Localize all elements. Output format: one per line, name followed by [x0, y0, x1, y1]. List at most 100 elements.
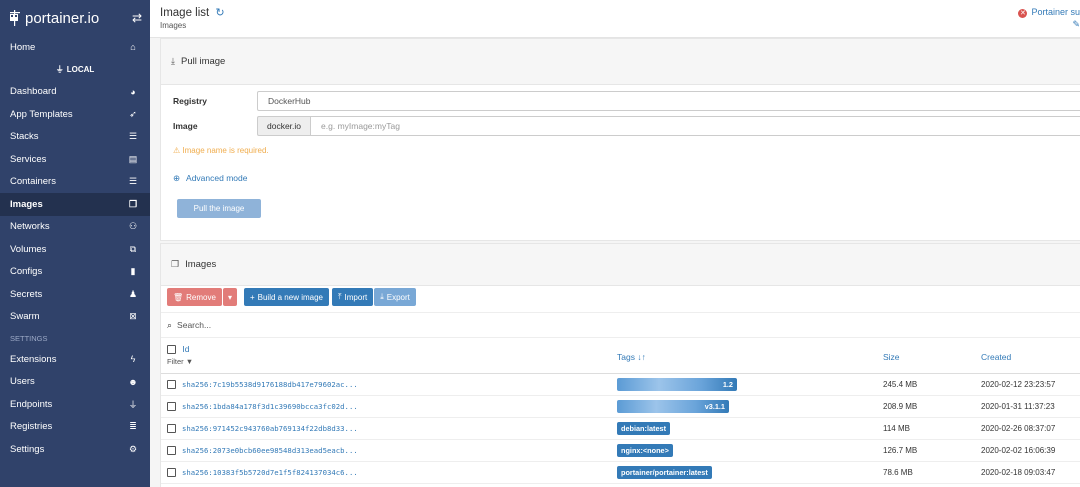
export-button[interactable]: ⤓ Export	[374, 288, 416, 306]
sidebar-item-home[interactable]: Home ⌂	[0, 36, 150, 59]
sidebar-item-configs[interactable]: Configs ▮	[0, 261, 150, 284]
registry-select[interactable]: DockerHub	[257, 91, 1080, 111]
row-checkbox[interactable]	[167, 468, 176, 477]
table-row[interactable]: sha256:10383f5b5720d7e1f5f824137034c6...…	[161, 462, 1080, 484]
row-checkbox[interactable]	[167, 402, 176, 411]
row-checkbox[interactable]	[167, 424, 176, 433]
page-title: Image list ↻	[160, 7, 225, 19]
import-button[interactable]: ⤒ Import	[332, 288, 374, 306]
sidebar-item-networks[interactable]: Networks ⚇	[0, 216, 150, 239]
brand: portainer.io ⇄	[0, 0, 150, 36]
table-row[interactable]: sha256:7c19b5538d9176188db417e79602ac...…	[161, 374, 1080, 396]
tachometer-icon: ◕	[130, 86, 136, 97]
sidebar-item-secrets[interactable]: Secrets ♟	[0, 283, 150, 306]
exchange-icon[interactable]: ⇄	[132, 11, 142, 25]
image-size: 78.6 MB	[883, 468, 913, 477]
image-name-input[interactable]: e.g. myImage:myTag	[310, 116, 1080, 136]
image-created-date: 2020-02-26 08:37:07	[981, 424, 1056, 433]
sidebar-item-label: Home	[10, 41, 36, 53]
swarm-icon: ⊠	[129, 311, 137, 322]
image-label: Image	[173, 121, 198, 131]
tags-column-header[interactable]: Tags ↓↑	[617, 352, 646, 362]
sidebar-item-users[interactable]: Users ☻	[0, 371, 150, 394]
rocket-icon: ➶	[129, 108, 137, 119]
sidebar-item-dashboard[interactable]: Dashboard ◕	[0, 81, 150, 104]
image-tag-badge: v3.1.1	[617, 400, 729, 413]
sidebar-item-swarm[interactable]: Swarm ⊠	[0, 306, 150, 329]
id-column-header[interactable]: Id	[167, 344, 189, 355]
table-header: Id Filter ▼ Tags ↓↑ Size Created	[161, 338, 1080, 374]
sidebar-item-stacks[interactable]: Stacks ☰	[0, 126, 150, 149]
image-id-link[interactable]: sha256:10383f5b5720d7e1f5f824137034c6...	[182, 468, 358, 477]
plug-icon: ⏚	[55, 65, 64, 74]
users-icon: ☻	[128, 376, 138, 387]
image-id-link[interactable]: sha256:1bda84a178f3d1c39690bcca3fc02d...	[182, 402, 358, 411]
image-id-link[interactable]: sha256:971452c943760ab769134f22db8d33...	[182, 424, 358, 433]
build-image-button[interactable]: + Build a new image	[243, 288, 329, 306]
sidebar-item-settings[interactable]: Settings ⚙	[0, 438, 150, 461]
sidebar-item-services[interactable]: Services ▤	[0, 148, 150, 171]
brand-name: portainer.io	[25, 9, 100, 27]
size-column-header[interactable]: Size	[883, 352, 900, 362]
update-notice[interactable]: ✕ Portainer su	[1018, 7, 1080, 18]
trash-icon: 🗑︎	[173, 292, 184, 302]
download-icon: ⤓	[171, 56, 175, 66]
image-size: 245.4 MB	[883, 380, 918, 389]
search-input[interactable]: Search...	[177, 320, 211, 330]
sidebar-item-label: Networks	[10, 221, 50, 233]
bolt-icon: ϟ	[130, 354, 136, 365]
table-row[interactable]: sha256:2073e0bcb60ee98548d313ead5eacb...…	[161, 440, 1080, 462]
search-icon: ⌕	[167, 319, 173, 330]
sidebar-item-endpoints[interactable]: Endpoints ⏚	[0, 393, 150, 416]
list-icon: ☰	[128, 131, 138, 142]
caret-down-icon: ▾	[227, 292, 232, 302]
sidebar-item-label: Dashboard	[10, 86, 57, 98]
advanced-mode-link[interactable]: ⊕ Advanced mode	[173, 173, 247, 184]
image-id-link[interactable]: sha256:7c19b5538d9176188db417e79602ac...	[182, 380, 358, 389]
wrench-icon[interactable]: ✎	[1072, 19, 1080, 30]
sidebar-item-volumes[interactable]: Volumes ⧉	[0, 238, 150, 261]
image-tag-badge: debian:latest	[617, 422, 671, 435]
remove-button[interactable]: 🗑︎ Remove	[167, 288, 222, 306]
file-icon: ▮	[130, 266, 136, 277]
pull-image-button[interactable]: Pull the image	[177, 199, 261, 218]
row-checkbox[interactable]	[167, 446, 176, 455]
server-icon: ☰	[128, 176, 138, 187]
portainer-logo-icon	[10, 10, 20, 26]
clone-icon: ❐	[171, 259, 180, 269]
created-column-header[interactable]: Created	[981, 352, 1011, 362]
registry-label: Registry	[173, 96, 208, 106]
image-tag-badge: nginx:<none>	[617, 444, 673, 457]
image-created-date: 2020-02-02 16:06:39	[981, 446, 1056, 455]
sidebar-item-extensions[interactable]: Extensions ϟ	[0, 348, 150, 371]
environment-label: ⏚ LOCAL	[55, 65, 95, 74]
filter-toggle[interactable]: Filter ▼	[167, 357, 193, 366]
sidebar-item-label: Stacks	[10, 131, 39, 143]
settings-section-header: SETTINGS	[10, 333, 48, 343]
image-tag-badge: 1.2	[617, 378, 737, 391]
image-id-link[interactable]: sha256:2073e0bcb60ee98548d313ead5eacb...	[182, 446, 358, 455]
table-row[interactable]: sha256:1bda84a178f3d1c39690bcca3fc02d...…	[161, 396, 1080, 418]
clone-icon: ❐	[128, 198, 138, 209]
remove-options-dropdown[interactable]: ▾	[222, 288, 237, 306]
search-bar[interactable]: ⌕ Search...	[161, 312, 1080, 338]
select-all-checkbox[interactable]	[167, 345, 176, 355]
sidebar: portainer.io ⇄ Home ⌂ ⏚ LOCAL Dashboard ◕…	[0, 0, 150, 487]
row-checkbox[interactable]	[167, 380, 176, 389]
breadcrumb: Images	[160, 21, 187, 30]
sidebar-item-app-templates[interactable]: App Templates ➶	[0, 103, 150, 126]
portainer-logo[interactable]: portainer.io	[8, 9, 99, 27]
table-row[interactable]: sha256:971452c943760ab769134f22db8d33...…	[161, 418, 1080, 440]
sidebar-item-label: Volumes	[10, 243, 47, 255]
cogs-icon: ⚙	[128, 443, 138, 454]
image-created-date: 2020-01-31 11:37:23	[981, 402, 1055, 411]
sidebar-item-images[interactable]: Images ❐	[0, 193, 150, 216]
page-header: Image list ↻ Images ✕ Portainer su ✎	[150, 0, 1080, 38]
image-created-date: 2020-02-12 23:23:57	[981, 380, 1056, 389]
registry-row: Registry DockerHub	[173, 91, 1080, 111]
refresh-icon[interactable]: ↻	[215, 7, 224, 19]
image-created-date: 2020-02-18 09:03:47	[981, 468, 1056, 477]
image-size: 208.9 MB	[883, 402, 918, 411]
sidebar-item-registries[interactable]: Registries ≣	[0, 416, 150, 439]
sidebar-item-containers[interactable]: Containers ☰	[0, 171, 150, 194]
